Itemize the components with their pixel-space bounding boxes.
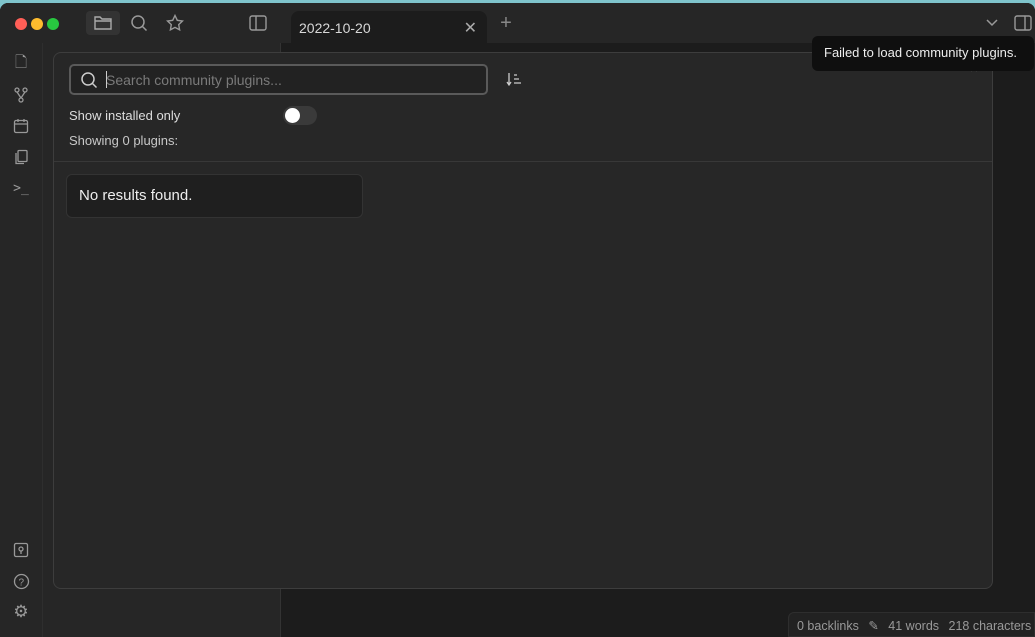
error-notice[interactable]: Failed to load community plugins. (812, 36, 1034, 71)
search-input[interactable]: Search community plugins... (69, 64, 488, 95)
app-window: 2022-10-20 ✕ + 🗋 >_ ? ⚙ Search community… (0, 3, 1035, 637)
quick-switcher-icon[interactable]: 🗋 (11, 54, 31, 74)
file-explorer-button[interactable] (86, 11, 120, 35)
calendar-icon[interactable] (11, 116, 31, 136)
sidebar-left-icon (249, 15, 267, 31)
settings-icon[interactable]: ⚙ (11, 602, 31, 622)
edit-mode-icon[interactable]: ✎ (868, 619, 878, 633)
close-tab-icon[interactable]: ✕ (464, 18, 477, 38)
search-button[interactable] (129, 13, 149, 33)
svg-text:?: ? (18, 577, 24, 588)
folder-icon (94, 16, 112, 30)
show-installed-toggle[interactable] (283, 106, 317, 125)
tab-title: 2022-10-20 (299, 20, 371, 36)
showing-count: Showing 0 plugins: (69, 133, 179, 148)
sidebar-right-icon (1014, 15, 1032, 31)
graph-view-icon[interactable] (11, 85, 31, 105)
vault-icon[interactable] (11, 540, 31, 560)
backlinks-count[interactable]: 0 backlinks (797, 619, 859, 633)
maximize-window-button[interactable] (47, 18, 59, 30)
terminal-icon[interactable]: >_ (11, 178, 31, 198)
sort-icon (506, 73, 521, 87)
tab-list-button[interactable] (982, 13, 1002, 33)
search-placeholder: Search community plugins... (106, 72, 282, 88)
minimize-window-button[interactable] (31, 18, 43, 30)
left-ribbon: 🗋 >_ ? ⚙ (0, 43, 43, 637)
close-window-button[interactable] (15, 18, 27, 30)
toggle-right-sidebar-button[interactable] (1012, 13, 1034, 33)
sort-button[interactable] (504, 69, 524, 89)
search-icon (81, 72, 98, 89)
text-cursor (106, 71, 107, 88)
search-icon (131, 15, 148, 32)
character-count: 218 characters (948, 619, 1032, 633)
copy-icon[interactable] (11, 147, 31, 167)
word-count: 41 words (888, 619, 940, 633)
new-tab-icon[interactable]: + (496, 12, 516, 34)
chevron-down-icon (986, 19, 998, 27)
status-bar: 0 backlinks ✎ 41 words 218 characters (788, 612, 1035, 637)
help-icon[interactable]: ? (11, 571, 31, 591)
community-plugins-modal: Search community plugins... ⌃ Show insta… (53, 52, 993, 589)
bookmarks-button[interactable] (165, 13, 185, 33)
no-results-message: No results found. (66, 174, 363, 218)
divider (54, 161, 992, 162)
star-icon (166, 14, 184, 32)
toggle-left-sidebar-button[interactable] (248, 13, 268, 33)
show-installed-label: Show installed only (69, 108, 181, 123)
tab-note[interactable]: 2022-10-20 ✕ (291, 11, 487, 45)
